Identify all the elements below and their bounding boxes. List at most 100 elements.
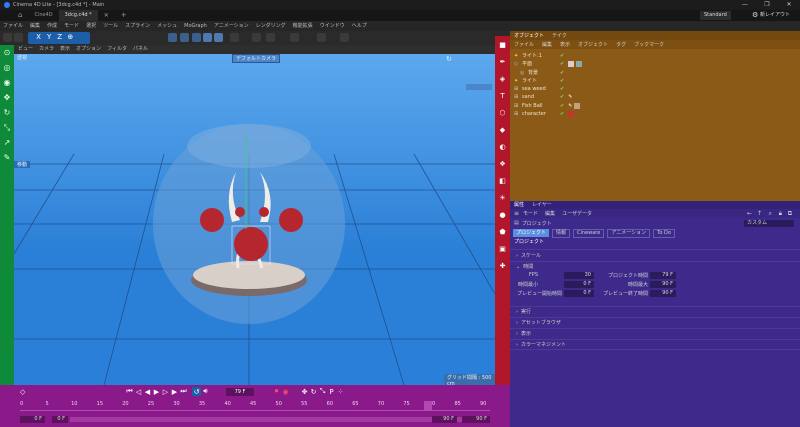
rotate-icon[interactable]: ↻	[0, 105, 14, 120]
cloner-icon[interactable]: ⬡	[495, 104, 510, 121]
object-row-light[interactable]: ✦ ライト ✔	[510, 77, 800, 85]
object-menu-file[interactable]: ファイル	[514, 41, 534, 48]
menu-mode[interactable]: モード	[64, 21, 79, 31]
menu-window[interactable]: ウインドウ	[320, 21, 345, 31]
group-color-management[interactable]: › カラーマネジメント	[510, 339, 800, 350]
workplane-icon[interactable]	[266, 33, 275, 42]
live-select-icon[interactable]: ◉	[0, 75, 14, 90]
subtab-project[interactable]: プロジェクト	[513, 229, 550, 237]
next-key-icon[interactable]: ▶	[170, 387, 179, 396]
object-row-light1[interactable]: ✦ ライト.1 ✔	[510, 52, 800, 60]
attr-menu-edit[interactable]: 編集	[545, 210, 555, 217]
menu-spline[interactable]: スプライン	[125, 21, 150, 31]
tab-cine4d[interactable]: Cine4D	[28, 10, 58, 21]
group-asset-browser[interactable]: › アセットブラウザ	[510, 317, 800, 328]
menu-hamburger-icon[interactable]: ≡	[514, 210, 519, 217]
menu-render[interactable]: レンダリング	[256, 21, 286, 31]
object-row-plane[interactable]: ◇ 平面 ✔	[510, 60, 800, 68]
viewport-menu-filter[interactable]: フィルタ	[107, 45, 127, 54]
move-icon[interactable]: ✥	[0, 90, 14, 105]
visible-check-icon[interactable]: ✔	[560, 77, 564, 85]
visible-check-icon[interactable]: ✔	[560, 85, 564, 93]
attr-menu-userdata[interactable]: ユーザデータ	[562, 210, 592, 217]
loop-icon[interactable]: ↺	[192, 387, 201, 396]
menu-edit[interactable]: 編集	[30, 21, 40, 31]
tab-3dcg[interactable]: 3dcg.c4d *	[58, 10, 98, 21]
paint-icon[interactable]: ✎	[0, 150, 14, 165]
plugins-icon[interactable]: ✚	[495, 257, 510, 274]
edit-tag-icon[interactable]: ✎	[568, 102, 572, 110]
material-tag-icon[interactable]	[568, 61, 575, 68]
object-menu-view[interactable]: 表示	[560, 41, 570, 48]
scale-key-icon[interactable]: ⤡	[318, 387, 327, 396]
visible-check-icon[interactable]: ✔	[560, 102, 564, 110]
camera-icon[interactable]: ◧	[495, 172, 510, 189]
axis-mode-icon[interactable]	[230, 33, 239, 42]
spline-pen-icon[interactable]: ✒	[495, 53, 510, 70]
layout-dropdown[interactable]: Standard	[700, 11, 731, 20]
object-row-character[interactable]: ⊞ character ✔	[510, 110, 800, 118]
subtab-todo[interactable]: To Do	[653, 228, 675, 238]
menu-extensions[interactable]: 機能拡張	[293, 21, 313, 31]
current-frame-field[interactable]: 79 F	[226, 387, 254, 396]
new-layout-button[interactable]: 新レイアウト	[756, 11, 794, 20]
attr-menu-mode[interactable]: モード	[523, 210, 538, 217]
next-frame-icon[interactable]: ▷	[161, 387, 170, 396]
view-rotate-icon[interactable]: ↻	[446, 55, 452, 63]
material-icon[interactable]: ●	[495, 206, 510, 223]
object-menu-tags[interactable]: タグ	[616, 41, 626, 48]
menu-tools[interactable]: ツール	[103, 21, 118, 31]
zoom-icon[interactable]: ⊙	[0, 45, 14, 60]
material-tag-icon[interactable]	[574, 102, 581, 109]
snap-icon[interactable]	[252, 33, 261, 42]
x-axis-icon[interactable]: X	[34, 32, 43, 41]
custom-dropdown[interactable]: カスタム	[744, 219, 794, 227]
group-display[interactable]: › 表示	[510, 328, 800, 339]
render-view-icon[interactable]	[317, 33, 326, 42]
visible-check-icon[interactable]: ✔	[560, 52, 564, 60]
y-axis-icon[interactable]: Y	[45, 32, 54, 41]
material-tag-icon[interactable]	[568, 111, 575, 118]
tab-attributes[interactable]: 属性	[514, 201, 524, 209]
up-arrow-icon[interactable]: ↑	[757, 210, 762, 217]
object-row-fishball[interactable]: ⊞ Fish Ball ✔ ✎	[510, 102, 800, 110]
viewport-menu-display[interactable]: 表示	[60, 45, 70, 54]
coordinate-system-icon[interactable]: ⊕	[66, 32, 75, 41]
menu-create[interactable]: 作成	[47, 21, 57, 31]
subtab-cineware[interactable]: Cineware	[573, 228, 605, 238]
prev-key-icon[interactable]: ◁	[134, 387, 143, 396]
field-icon[interactable]: ◐	[495, 138, 510, 155]
point-mode-icon[interactable]	[192, 33, 201, 42]
move-key-icon[interactable]: ✥	[300, 387, 309, 396]
3d-viewport[interactable]: 透視 デフォルトカメラ ↻ 移動 グリッド間隔 : 500 cm	[14, 54, 495, 385]
preview-start-field[interactable]: 0 F	[52, 416, 68, 423]
go-to-end-icon[interactable]: ⏭	[179, 387, 188, 396]
prev-frame-icon[interactable]: ◀	[143, 387, 152, 396]
object-menu-edit[interactable]: 編集	[542, 41, 552, 48]
group-scale[interactable]: › スケール	[510, 249, 800, 261]
preview-end-field[interactable]: 90 F	[432, 416, 457, 423]
minimize-button[interactable]: —	[734, 0, 756, 10]
model-mode-icon[interactable]	[168, 33, 177, 42]
text-icon[interactable]: T	[495, 87, 510, 104]
sound-icon[interactable]: 🔊︎	[201, 387, 210, 396]
start-frame-field[interactable]: 0 F	[20, 416, 45, 423]
visible-check-icon[interactable]: ✔	[560, 110, 564, 118]
viewport-menu-camera[interactable]: カメラ	[39, 45, 54, 54]
cube-icon[interactable]: ■	[495, 36, 510, 53]
grid-icon[interactable]	[290, 33, 299, 42]
preview-end-field[interactable]: 90 F	[650, 290, 676, 297]
object-menu-object[interactable]: オブジェクト	[578, 41, 608, 48]
deformer-icon[interactable]: ◆	[495, 121, 510, 138]
render-icon[interactable]: ▣	[495, 240, 510, 257]
edge-mode-icon[interactable]	[203, 33, 212, 42]
generator-icon[interactable]: ◈	[495, 70, 510, 87]
visible-check-icon[interactable]: ✔	[560, 69, 564, 77]
visible-check-icon[interactable]: ✔	[560, 60, 564, 68]
point-key-icon[interactable]: ⁘	[336, 387, 345, 396]
menu-animation[interactable]: アニメーション	[214, 21, 249, 31]
edit-tag-icon[interactable]: ✎	[568, 93, 572, 101]
param-key-icon[interactable]: P	[327, 387, 336, 396]
scale-icon[interactable]: ⤡	[0, 120, 14, 135]
search-icon[interactable]: ⌕	[769, 210, 772, 218]
